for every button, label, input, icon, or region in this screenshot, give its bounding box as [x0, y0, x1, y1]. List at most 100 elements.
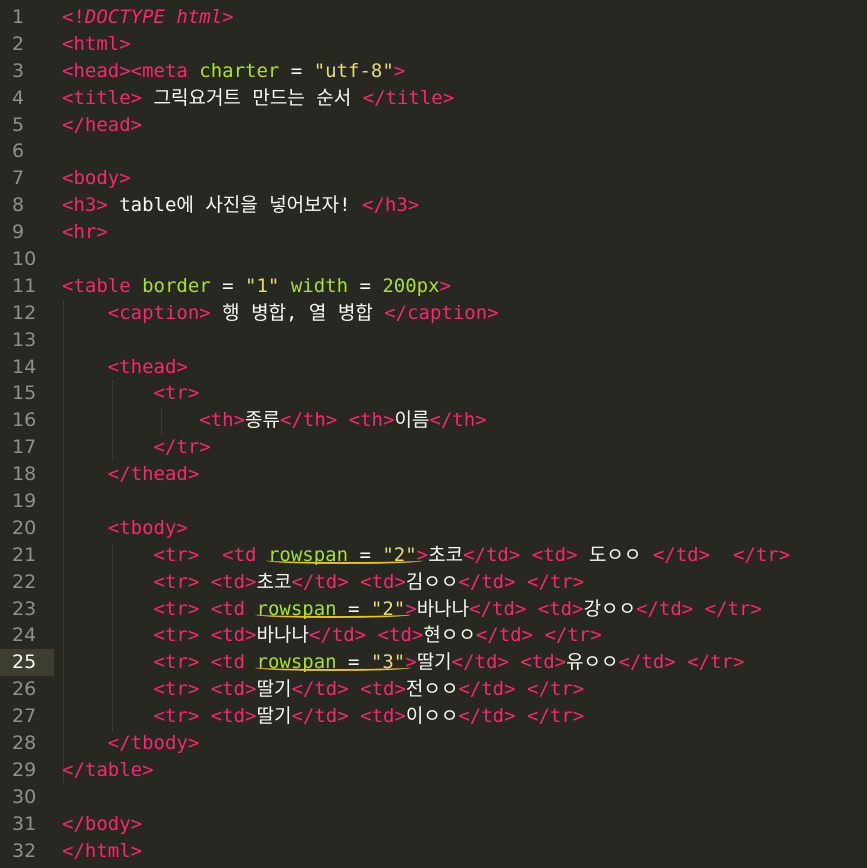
code-line-16[interactable]: <th>종류</th> <th>이름</th>	[62, 407, 867, 434]
cell-text: 현ㅇㅇ	[423, 624, 476, 647]
td-close-tag: </td>	[652, 543, 711, 566]
th-open-tag: <th>	[348, 409, 395, 432]
code-area[interactable]: <!DOCTYPE html> <html> <head><meta chart…	[62, 4, 867, 865]
code-line-19[interactable]	[62, 488, 867, 515]
code-line-11[interactable]: <table border = "1" width = 200px>	[62, 273, 867, 300]
table-close-tag: </table>	[62, 758, 154, 781]
code-line-3[interactable]: <head><meta charter = "utf-8">	[62, 58, 867, 85]
code-line-7[interactable]: <body>	[62, 165, 867, 192]
th-text: 이름	[394, 409, 430, 432]
equals: =	[210, 274, 246, 297]
td-close-tag: </td>	[308, 624, 367, 647]
html-close-tag: </html>	[62, 839, 143, 862]
code-line-27[interactable]: <tr> <td>딸기</td> <td>이ㅇㅇ</td> </tr>	[62, 703, 867, 730]
code-line-2[interactable]: <html>	[62, 31, 867, 58]
tr-close-tag: </tr>	[544, 624, 602, 647]
code-line-15[interactable]: <tr>	[62, 380, 867, 407]
title-open-tag: <title>	[62, 86, 143, 109]
td-tag: <td	[210, 597, 257, 620]
code-line-21[interactable]: <tr> <td rowspan = "2">초코</td> <td> 도ㅇㅇ …	[62, 542, 867, 569]
code-line-12[interactable]: <caption> 행 병합, 열 병합 </caption>	[62, 300, 867, 327]
code-line-23[interactable]: <tr> <td rowspan = "2">바나나</td> <td>강ㅇㅇ<…	[62, 596, 867, 623]
code-line-28[interactable]: </tbody>	[62, 730, 867, 757]
cell-text: 초코	[428, 543, 464, 566]
equals: =	[348, 543, 383, 566]
html-open-tag: <html>	[62, 32, 131, 55]
td-tag: <td>	[360, 705, 406, 728]
tr-close-tag: </tr>	[704, 597, 762, 620]
th-close-tag: </th>	[280, 409, 338, 432]
cell-text: 바나나	[256, 624, 309, 647]
code-line-17[interactable]: </tr>	[62, 434, 867, 461]
line-number-gutter: 1 2 3 4 5 6 7 8 9 10 11 12 13 14 15 16 17 18 19 20 21 22 23 24 2…	[0, 4, 54, 865]
code-line-20[interactable]: <tbody>	[62, 515, 867, 542]
line-number: 32	[12, 839, 37, 862]
border-value: "1"	[245, 274, 280, 297]
th-close-tag: </th>	[429, 409, 487, 432]
line-number: 13	[12, 328, 37, 351]
title-text: 그릭요거트 만드는 순서	[142, 86, 363, 109]
line-number: 28	[12, 732, 37, 755]
tbody-close-tag: </tbody>	[107, 732, 200, 755]
line-number: 9	[12, 221, 25, 244]
body-close-tag: </body>	[62, 812, 143, 835]
td-close-tag: </td>	[291, 570, 349, 593]
td-close-tag: </td>	[469, 597, 527, 620]
code-line-9[interactable]: <hr>	[62, 219, 867, 246]
code-line-22[interactable]: <tr> <td>초코</td> <td>김ㅇㅇ</td> </tr>	[62, 569, 867, 596]
cell-text: 딸기	[256, 705, 292, 728]
td-tag: <td>	[360, 570, 406, 593]
td-tag: <td>	[520, 651, 567, 674]
td-close-tag: </td>	[458, 570, 516, 593]
code-line-29[interactable]: </table>	[62, 757, 867, 784]
line-number: 8	[12, 194, 25, 217]
tag-close: >	[405, 651, 417, 674]
td-close-tag: </td>	[451, 651, 509, 674]
cell-text: 도ㅇㅇ	[577, 543, 653, 566]
code-line-5[interactable]: </head>	[62, 112, 867, 139]
head-meta-tag: <head><meta	[62, 59, 200, 82]
line-number: 15	[12, 382, 37, 405]
cell-text: 전ㅇㅇ	[405, 678, 459, 701]
cell-text: 유ㅇㅇ	[566, 651, 619, 674]
th-open-tag: <th>	[199, 409, 246, 432]
line-number: 29	[12, 758, 37, 781]
code-line-32[interactable]: </html>	[62, 838, 867, 865]
code-line-4[interactable]: <title> 그릭요거트 만드는 순서 </title>	[62, 85, 867, 112]
head-close-tag: </head>	[62, 113, 143, 136]
rowspan-value: "2"	[382, 543, 417, 566]
td-close-tag: </td>	[291, 678, 349, 701]
code-line-13[interactable]	[62, 327, 867, 354]
title-close-tag: </title>	[362, 86, 455, 109]
code-line-31[interactable]: </body>	[62, 811, 867, 838]
code-line-14[interactable]: <thead>	[62, 354, 867, 381]
tr-close-tag: </tr>	[527, 678, 585, 701]
tag-close: >	[393, 59, 406, 82]
cell-text: 딸기	[416, 651, 452, 674]
code-line-26[interactable]: <tr> <td>딸기</td> <td>전ㅇㅇ</td> </tr>	[62, 676, 867, 703]
cell-text: 김ㅇㅇ	[405, 570, 459, 593]
border-attribute: border	[142, 274, 211, 297]
code-line-24[interactable]: <tr> <td>바나나</td> <td>현ㅇㅇ</td> </tr>	[62, 622, 867, 649]
code-line-8[interactable]: <h3> table에 사진을 넣어보자! </h3>	[62, 192, 867, 219]
code-line-25[interactable]: <tr> <td rowspan = "3">딸기</td> <td>유ㅇㅇ</…	[62, 649, 867, 676]
rowspan-highlight: rowspan = "2"	[268, 544, 417, 566]
equals: =	[336, 651, 371, 674]
tr-tag: <tr>	[153, 543, 200, 566]
code-line-6[interactable]	[62, 138, 867, 165]
line-number: 7	[12, 167, 25, 190]
line-number: 20	[12, 516, 37, 539]
code-line-1[interactable]: <!DOCTYPE html>	[62, 4, 867, 31]
tr-open-tag: <tr>	[153, 382, 200, 405]
rowspan-attribute: rowspan = "2"	[257, 598, 406, 620]
tr-close-tag: </tr>	[732, 543, 791, 566]
code-editor[interactable]: 1 2 3 4 5 6 7 8 9 10 11 12 13 14 15 16 17 18 19 20 21 22 23 24 2…	[0, 0, 867, 868]
tag-close: >	[439, 274, 452, 297]
td-tag: <td>	[210, 570, 257, 593]
caption-text: 행 병합, 열 병합	[210, 301, 385, 324]
code-line-10[interactable]	[62, 246, 867, 273]
code-line-18[interactable]: </thead>	[62, 461, 867, 488]
code-line-30[interactable]	[62, 784, 867, 811]
table-open-tag: <table	[62, 274, 143, 297]
meta-value: "utf-8"	[313, 59, 394, 82]
